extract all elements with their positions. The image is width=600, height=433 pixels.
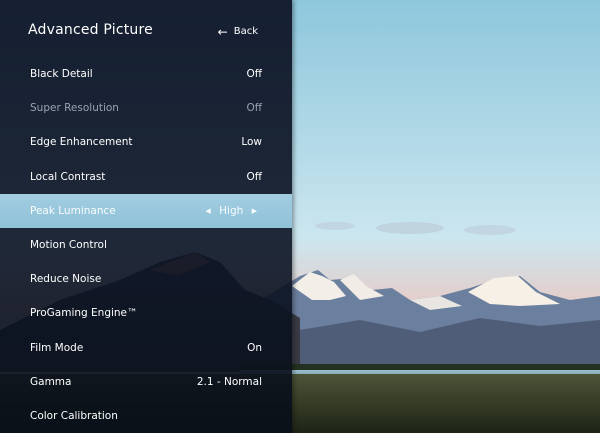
menu-item-label: Gamma xyxy=(30,375,72,388)
menu-item-value: Off xyxy=(246,102,263,115)
menu-item-label: Edge Enhancement xyxy=(30,136,133,149)
advanced-picture-panel: Advanced Picture ← Back Black Detail Off… xyxy=(0,0,292,433)
page-title: Advanced Picture xyxy=(28,22,153,38)
menu-item-label: Black Detail xyxy=(30,68,93,81)
menu-item-black-detail[interactable]: Black Detail Off xyxy=(0,57,292,91)
menu-item-label: Local Contrast xyxy=(30,170,106,183)
menu-item-super-resolution[interactable]: Super Resolution Off xyxy=(0,91,292,125)
menu-item-value-selector[interactable]: ◀ High ▶ xyxy=(200,205,262,217)
menu-item-label: Film Mode xyxy=(30,341,84,354)
menu-item-label: ProGaming Engine™ xyxy=(30,307,138,320)
menu-item-label: Reduce Noise xyxy=(30,273,102,286)
menu-item-value: Low xyxy=(241,136,262,149)
back-label: Back xyxy=(233,26,258,37)
menu-item-value: 2.1 - Normal xyxy=(196,375,262,388)
arrow-left-icon: ← xyxy=(217,24,228,39)
menu-item-label: Super Resolution xyxy=(30,102,119,115)
menu-item-value: High xyxy=(219,204,244,217)
menu-item-film-mode[interactable]: Film Mode On xyxy=(0,331,292,365)
triangle-left-icon[interactable]: ◀ xyxy=(205,207,210,215)
menu-item-progaming-engine[interactable]: ProGaming Engine™ xyxy=(0,296,292,330)
menu-item-value: Off xyxy=(246,68,263,81)
menu-item-label: Motion Control xyxy=(30,239,107,252)
menu-item-reduce-noise[interactable]: Reduce Noise xyxy=(0,262,292,296)
menu-item-label: Peak Luminance xyxy=(30,204,116,217)
panel-header: Advanced Picture ← Back xyxy=(0,0,292,56)
settings-menu: Black Detail Off Super Resolution Off Ed… xyxy=(0,57,292,433)
menu-item-gamma[interactable]: Gamma 2.1 - Normal xyxy=(0,365,292,399)
triangle-right-icon[interactable]: ▶ xyxy=(252,207,257,215)
menu-item-peak-luminance[interactable]: Peak Luminance ◀ High ▶ xyxy=(0,193,292,228)
menu-item-value: On xyxy=(247,341,262,354)
menu-item-value: Off xyxy=(246,170,263,183)
menu-item-motion-control[interactable]: Motion Control xyxy=(0,228,292,262)
menu-item-local-contrast[interactable]: Local Contrast Off xyxy=(0,160,292,194)
back-button[interactable]: ← Back xyxy=(217,24,258,39)
menu-item-label: Color Calibration xyxy=(30,409,118,422)
menu-item-edge-enhancement[interactable]: Edge Enhancement Low xyxy=(0,125,292,159)
menu-item-color-calibration[interactable]: Color Calibration xyxy=(0,399,292,433)
